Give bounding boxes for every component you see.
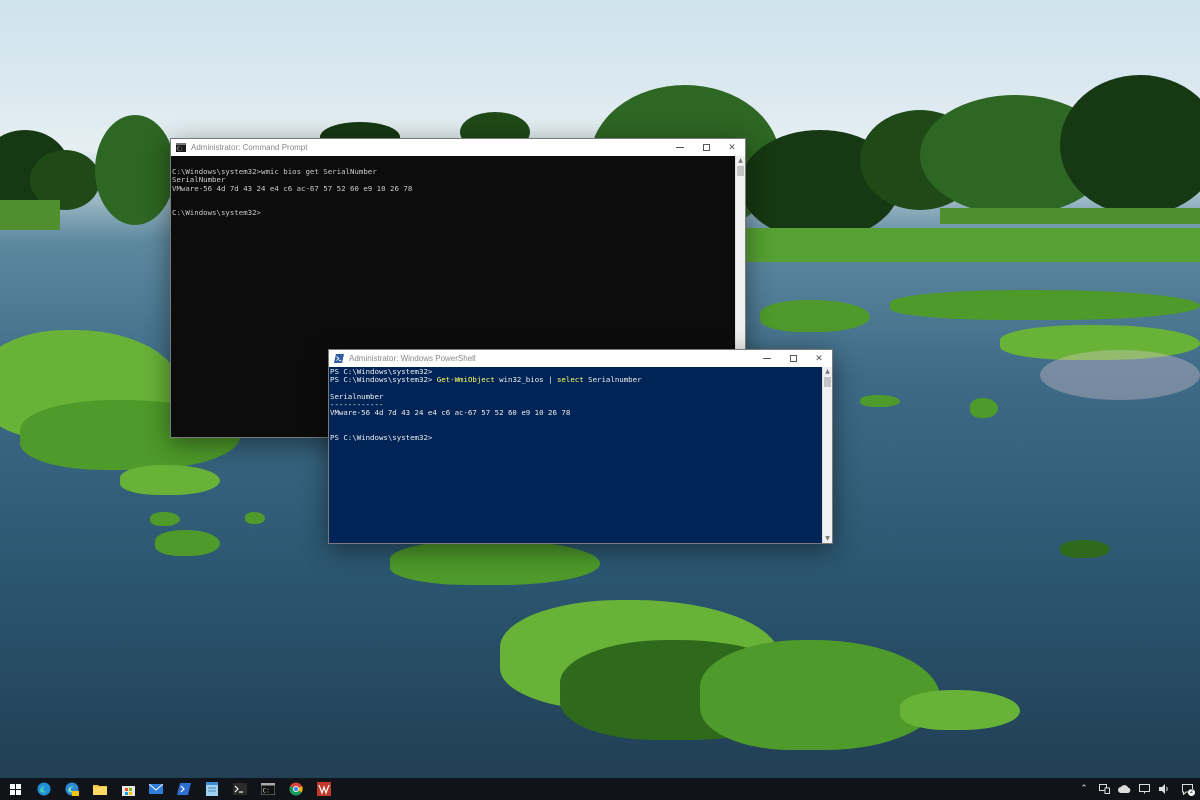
network-icon [1138, 784, 1150, 794]
pipe-text: | [548, 375, 557, 385]
property-text: Serialnumber [583, 375, 642, 385]
maximize-icon [702, 144, 710, 151]
console-line: Serialnumber [330, 391, 384, 401]
notepad-icon [206, 782, 218, 796]
cmdlet-text: Get-WmiObject [436, 375, 495, 385]
start-button[interactable] [0, 778, 30, 800]
powershell-window[interactable]: Administrator: Windows PowerShell ✕ PS C… [328, 349, 833, 544]
maximize-button[interactable] [780, 350, 806, 367]
powershell-icon [334, 354, 344, 363]
maximize-button[interactable] [693, 139, 719, 156]
tray-volume-icon[interactable] [1154, 778, 1174, 800]
taskbar: C: ⌃ 2 [0, 778, 1200, 800]
powershell-icon [177, 783, 191, 795]
app-icon [317, 782, 331, 796]
console-line: PS C:\Windows\system32> Get-WmiObject wi… [330, 376, 821, 384]
taskbar-command-prompt[interactable]: C: [254, 778, 282, 800]
console-line: VMware-56 4d 7d 43 24 e4 c6 ac-67 57 52 … [172, 183, 413, 193]
ps-console-output[interactable]: PS C:\Windows\system32> PS C:\Windows\sys… [329, 367, 822, 543]
taskbar-edge[interactable] [30, 778, 58, 800]
taskbar-microsoft-store[interactable] [114, 778, 142, 800]
show-hidden-icons-button[interactable]: ⌃ [1074, 778, 1094, 800]
scroll-up-icon[interactable]: ▲ [736, 156, 745, 165]
svg-text:C:: C: [177, 147, 183, 153]
scroll-thumb[interactable] [737, 166, 744, 176]
system-tray: ⌃ 2 [1074, 778, 1200, 800]
console-line: PS C:\Windows\system32> [330, 433, 433, 443]
terminal-icon [233, 783, 247, 795]
console-line: ​ [330, 418, 821, 426]
minimize-icon [676, 147, 684, 148]
command-prompt-icon: C: [176, 143, 186, 152]
taskbar-edge-canary[interactable] [58, 778, 86, 800]
speaker-icon [1158, 784, 1168, 794]
taskbar-mail[interactable] [142, 778, 170, 800]
ps-scrollbar[interactable]: ▲ ▼ [822, 367, 832, 543]
taskbar-notepad[interactable] [198, 778, 226, 800]
windows-logo-icon [9, 783, 21, 795]
ps-titlebar[interactable]: Administrator: Windows PowerShell ✕ [329, 350, 832, 367]
scroll-down-icon[interactable]: ▼ [823, 534, 832, 543]
prompt-text: PS C:\Windows\system32> [330, 375, 437, 385]
close-button[interactable]: ✕ [719, 139, 745, 156]
close-button[interactable]: ✕ [806, 350, 832, 367]
scroll-thumb[interactable] [824, 377, 831, 387]
console-line: C:\Windows\system32> [172, 208, 261, 218]
tray-device-icon[interactable] [1094, 778, 1114, 800]
maximize-icon [789, 355, 797, 362]
cmd-titlebar[interactable]: C: Administrator: Command Prompt ✕ [171, 139, 745, 156]
minimize-button[interactable] [754, 350, 780, 367]
close-icon: ✕ [728, 142, 736, 153]
taskbar-powershell[interactable] [170, 778, 198, 800]
edge-icon [37, 782, 51, 796]
scroll-up-icon[interactable]: ▲ [823, 367, 832, 376]
taskbar-file-explorer[interactable] [86, 778, 114, 800]
ps-window-title: Administrator: Windows PowerShell [349, 354, 476, 363]
taskbar-windows-terminal[interactable] [226, 778, 254, 800]
tray-onedrive-icon[interactable] [1114, 778, 1134, 800]
taskbar-app[interactable] [310, 778, 338, 800]
device-icon [1098, 784, 1110, 794]
close-icon: ✕ [815, 353, 823, 364]
svg-text:C:: C: [263, 788, 270, 795]
taskbar-chrome[interactable] [282, 778, 310, 800]
cmd-window-title: Administrator: Command Prompt [191, 143, 308, 152]
minimize-icon [763, 358, 771, 359]
chevron-up-icon: ⌃ [1080, 784, 1088, 794]
console-line: VMware-56 4d 7d 43 24 e4 c6 ac-67 57 52 … [330, 408, 571, 418]
command-prompt-icon: C: [261, 783, 275, 795]
console-line: ​ [172, 193, 734, 201]
notification-count-badge: 2 [1188, 789, 1195, 796]
cloud-icon [1117, 785, 1130, 793]
tray-network-icon[interactable] [1134, 778, 1154, 800]
folder-icon [93, 785, 107, 795]
edge-canary-icon [65, 782, 79, 796]
chrome-icon [289, 782, 303, 796]
console-line: C:\Windows\system32>wmic bios get Serial… [172, 167, 377, 176]
minimize-button[interactable] [667, 139, 693, 156]
console-line: ​ [330, 385, 821, 393]
argument-text: win32_bios [494, 375, 549, 385]
notification-center-button[interactable]: 2 [1174, 778, 1200, 800]
store-icon [121, 785, 135, 796]
select-cmdlet-text: select [556, 375, 584, 385]
mail-icon [149, 784, 163, 794]
